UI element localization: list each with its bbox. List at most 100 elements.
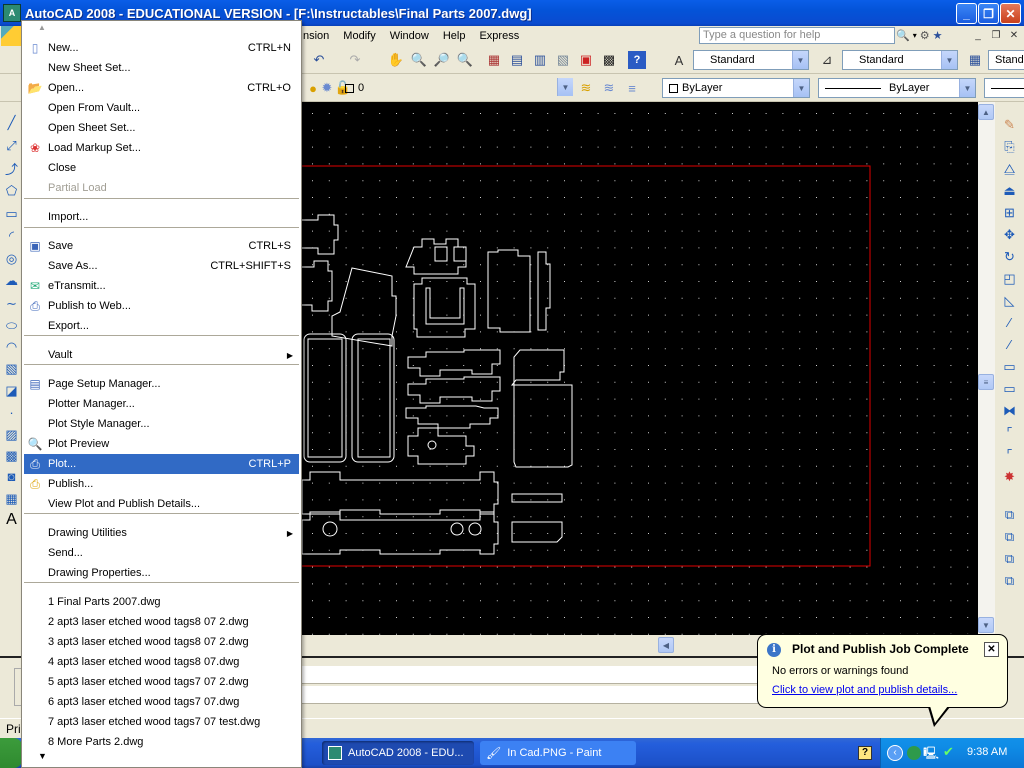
network-status-icon[interactable] [907,746,921,760]
file-menu-item[interactable]: View Plot and Publish Details... [24,494,299,514]
dropdown-icon[interactable]: ▾ [913,31,917,40]
view-details-link[interactable]: Click to view plot and publish details..… [772,684,957,696]
show-hidden-icons-button[interactable]: ‹ [887,745,903,761]
revcloud-icon[interactable]: ☁ [3,272,20,289]
design-center-icon[interactable]: ▤ [508,51,526,69]
file-menu-item[interactable]: Plotter Manager... [24,394,299,414]
file-menu-item[interactable]: 1 Final Parts 2007.dwg [24,592,299,612]
horizontal-scrollbar[interactable]: ◀ [302,636,758,653]
file-menu-item[interactable]: ❀ Load Markup Set... [24,138,299,158]
markup-icon[interactable]: ▣ [577,51,595,69]
safely-remove-icon[interactable]: ✔ [943,744,954,760]
drawing-canvas[interactable] [302,102,978,635]
autocad-icon[interactable]: A [3,4,21,22]
file-menu-item[interactable]: ▯ New... CTRL+N [24,38,299,58]
polyline-icon[interactable]: ⤴ [3,160,20,177]
file-menu-item[interactable]: Open From Vault... [24,98,299,118]
arc-icon[interactable]: ◜ [3,227,20,244]
file-menu-item[interactable]: ✉ eTransmit... [24,276,299,296]
hatch-icon[interactable]: ▨ [3,426,20,443]
gradient-icon[interactable]: ▩ [3,447,20,464]
table-style-icon[interactable]: ▦ [966,51,984,69]
mirror-icon[interactable]: ⧋ [1001,160,1018,177]
circle-icon[interactable]: ◎ [3,250,20,267]
file-menu-item[interactable]: ▣ Save CTRL+S [24,236,299,256]
communication-center-icon[interactable]: ⚙ [920,29,930,42]
scroll-down-button[interactable]: ▼ [978,617,994,633]
bring-above-icon[interactable]: ⧉ [1001,572,1018,589]
extend-icon[interactable]: ⁄ [1001,336,1018,353]
point-icon[interactable]: · [3,404,20,421]
line-icon[interactable]: ╱ [3,114,20,131]
file-menu-item[interactable]: 7 apt3 laser etched wood tags7 07 test.d… [24,712,299,732]
file-menu-item[interactable]: 4 apt3 laser etched wood tags8 07.dwg [24,652,299,672]
doc-minimize-button[interactable]: _ [971,28,985,42]
scroll-up-arrow[interactable]: ▲ [38,23,46,32]
scroll-thumb[interactable]: ≡ [978,374,994,390]
menu-modify[interactable]: Modify [336,30,382,42]
layer-states-icon[interactable]: ≡ [623,79,641,97]
restore-button[interactable]: ❐ [978,3,999,24]
file-menu-item[interactable]: Close [24,158,299,178]
chevron-down-icon[interactable]: ▼ [959,79,975,97]
make-block-icon[interactable]: ◪ [3,382,20,399]
stretch-icon[interactable]: ◺ [1001,292,1018,309]
chevron-down-icon[interactable]: ▼ [557,78,573,96]
file-menu-item[interactable]: 3 apt3 laser etched wood tags8 07 2.dwg [24,632,299,652]
multiline-text-icon[interactable]: A [3,511,20,528]
rotate-icon[interactable]: ↻ [1001,248,1018,265]
file-menu-item[interactable]: ⎙ Publish to Web... [24,296,299,316]
explode-icon[interactable]: ✸ [1001,468,1018,485]
command-input[interactable] [302,686,762,704]
erase-icon[interactable]: ✎ [1001,116,1018,133]
rectangle-icon[interactable]: ▭ [3,205,20,222]
fillet-icon[interactable]: ⌜ [1001,446,1018,463]
sheet-set-icon[interactable]: ▧ [554,51,572,69]
task-autocad[interactable]: AutoCAD 2008 - EDU... [322,741,474,765]
break-icon[interactable]: ▭ [1001,380,1018,397]
file-menu-item[interactable]: Export... [24,316,299,336]
zoom-previous-icon[interactable]: 🔍 [456,51,474,69]
break-at-point-icon[interactable]: ▭ [1001,358,1018,375]
search-icon[interactable]: 🔍 [896,29,910,42]
insert-block-icon[interactable]: ▧ [3,360,20,377]
join-icon[interactable]: ⧓ [1001,402,1018,419]
trim-icon[interactable]: ⁄ [1001,314,1018,331]
calculator-icon[interactable]: ▩ [600,51,618,69]
task-paint[interactable]: 🖌 In Cad.PNG - Paint [480,741,636,765]
minimize-button[interactable]: _ [956,3,977,24]
undo-icon[interactable]: ↶ [310,51,328,69]
chamfer-icon[interactable]: ⌜ [1001,424,1018,441]
properties-icon[interactable]: ▦ [485,51,503,69]
text-style-select[interactable]: Standard ▼ [693,50,809,70]
dim-style-icon[interactable]: ⊿ [818,51,836,69]
scroll-down-arrow[interactable]: ▼ [38,751,47,761]
scroll-left-button[interactable]: ◀ [658,637,674,653]
draw-order-icon[interactable]: ⧉ [1001,506,1018,523]
document-icon[interactable] [1,26,23,46]
file-menu-item[interactable]: 🔍 Plot Preview [24,434,299,454]
move-icon[interactable]: ✥ [1001,226,1018,243]
file-menu-item[interactable]: 6 apt3 laser etched wood tags7 07.dwg [24,692,299,712]
scale-icon[interactable]: ◰ [1001,270,1018,287]
region-icon[interactable]: ◙ [3,468,20,485]
favorites-star-icon[interactable]: ★ [933,29,943,42]
construction-line-icon[interactable]: ⤢ [3,137,20,154]
polygon-icon[interactable]: ⬠ [3,182,20,199]
file-menu-item[interactable]: New Sheet Set... [24,58,299,78]
chevron-down-icon[interactable]: ▼ [793,79,809,97]
scroll-up-button[interactable]: ▲ [978,104,994,120]
doc-close-button[interactable]: ✕ [1007,28,1021,42]
wireless-icon[interactable]: 🖳 [923,744,939,765]
close-icon[interactable]: ✕ [984,642,999,657]
menu-express[interactable]: Express [472,30,526,42]
table-style-select[interactable]: Standa [988,50,1024,70]
file-menu-item[interactable]: Save As... CTRL+SHIFT+S [24,256,299,276]
zoom-window-icon[interactable]: 🔎 [433,51,451,69]
pan-icon[interactable]: ✋ [387,51,405,69]
spline-icon[interactable]: ∼ [3,295,20,312]
copy-icon[interactable]: ⎘ [1001,138,1018,155]
file-menu-item[interactable]: 5 apt3 laser etched wood tags7 07 2.dwg [24,672,299,692]
color-select[interactable]: ByLayer ▼ [662,78,810,98]
file-menu-item[interactable]: Import... [24,207,299,227]
